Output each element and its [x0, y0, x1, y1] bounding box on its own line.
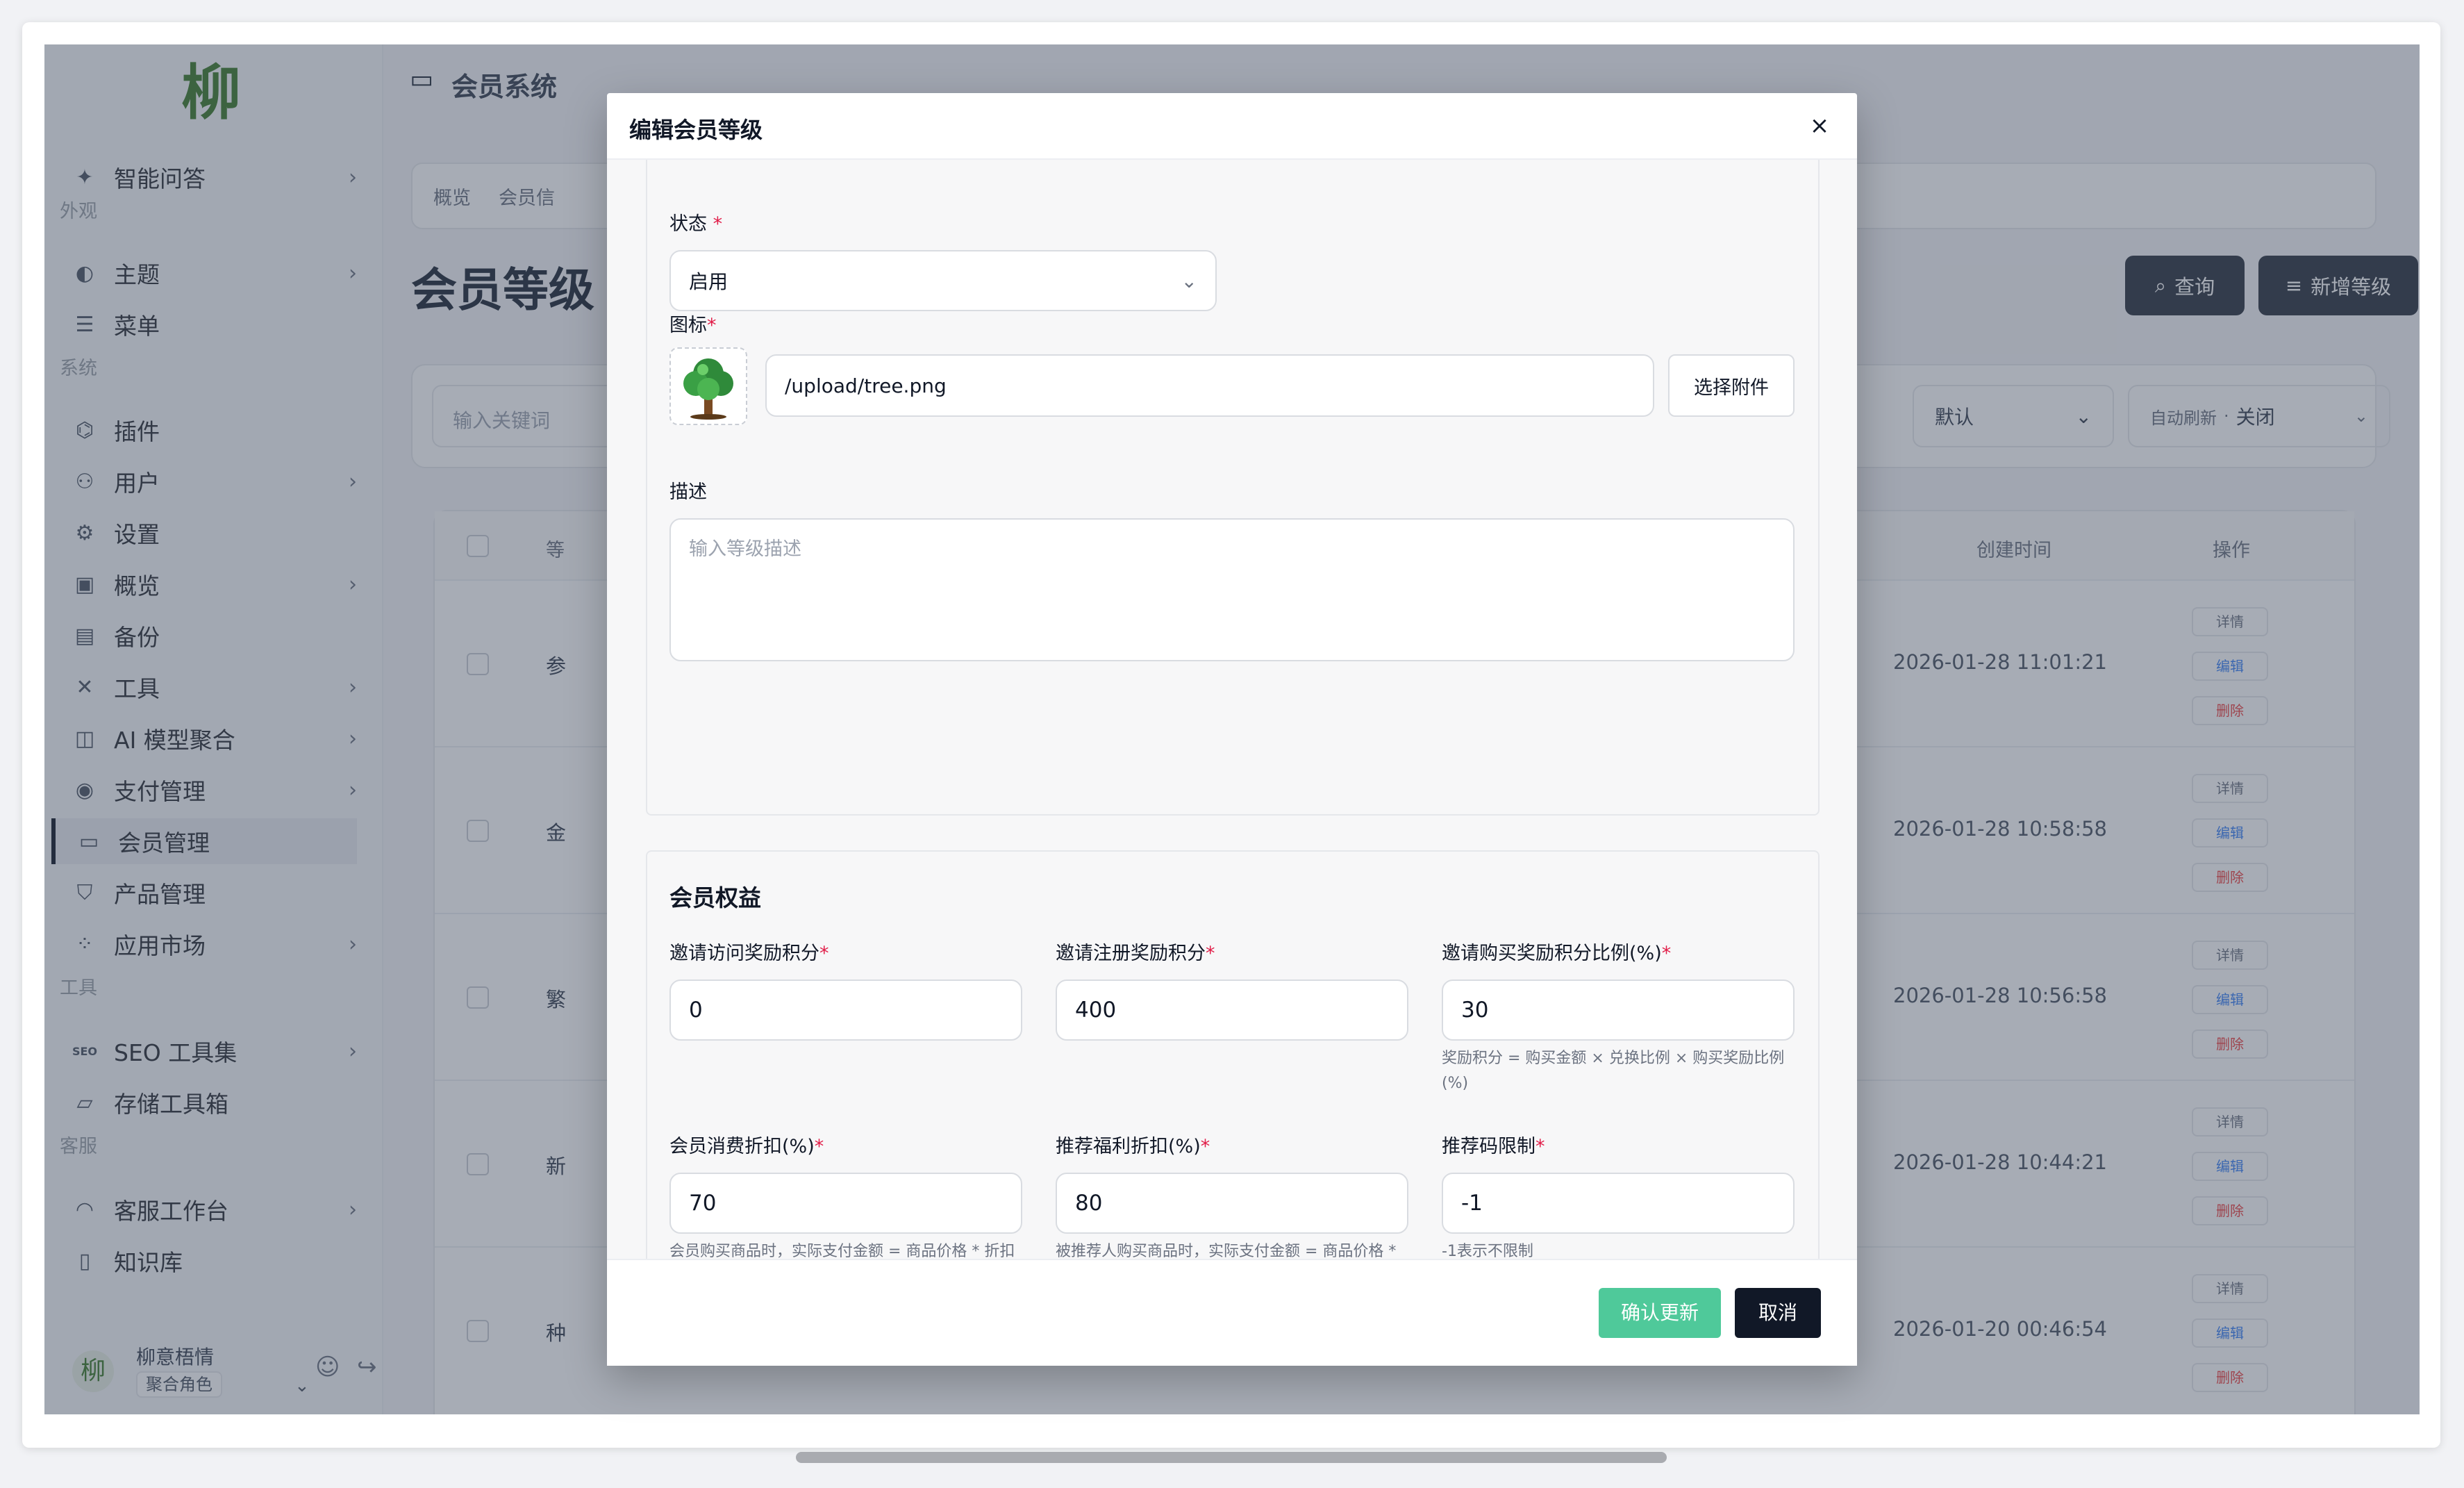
visit-reward-input[interactable]: 0 [669, 979, 1022, 1041]
field-label-text: 推荐码限制 [1442, 1136, 1535, 1157]
referral-discount-input[interactable]: 80 [1056, 1173, 1408, 1234]
cancel-button[interactable]: 取消 [1735, 1288, 1821, 1338]
field-label-text: 邀请注册奖励积分 [1056, 943, 1206, 964]
status-select-value: 启用 [689, 270, 729, 293]
required-mark: * [1200, 1136, 1210, 1157]
description-textarea[interactable]: 输入等级描述 [669, 518, 1795, 661]
edit-level-dialog: 编辑会员等级 × 状态 * 启用 ⌄ 图标* /upload/tree.png … [607, 93, 1857, 1366]
member-discount-input[interactable]: 70 [669, 1173, 1022, 1234]
icon-path-input[interactable]: /upload/tree.png [765, 354, 1654, 417]
dialog-header: 编辑会员等级 × [607, 93, 1857, 160]
choose-attachment-button[interactable]: 选择附件 [1668, 354, 1795, 417]
benefits-card: 会员权益 邀请访问奖励积分* 0 邀请注册奖励积分* 400 邀请购买奖励积分比… [646, 850, 1820, 1259]
field-label: 邀请访问奖励积分* [669, 938, 829, 965]
required-mark: * [1661, 943, 1672, 964]
status-label: 状态 * [669, 208, 722, 235]
chevron-down-icon: ⌄ [1181, 269, 1197, 292]
field-label-text: 邀请购买奖励积分比例(%) [1442, 943, 1662, 964]
register-reward-input[interactable]: 400 [1056, 979, 1408, 1041]
field-label: 会员消费折扣(%)* [669, 1131, 824, 1158]
referral-discount-hint: 被推荐人购买商品时，实际支付金额 = 商品价格 * 折扣 [1056, 1243, 1397, 1259]
purchase-reward-hint: 奖励积分 = 购买金额 × 兑换比例 × 购买奖励比例(%) [1442, 1050, 1785, 1092]
referral-code-limit-input[interactable]: -1 [1442, 1173, 1795, 1234]
field-label: 邀请注册奖励积分* [1056, 938, 1215, 965]
required-mark: * [819, 943, 829, 964]
icon-label-text: 图标 [669, 315, 707, 336]
field-label-text: 推荐福利折扣(%) [1056, 1136, 1201, 1157]
status-label-text: 状态 [669, 213, 707, 235]
field-label: 推荐码限制* [1442, 1131, 1545, 1158]
required-mark: * [707, 315, 717, 336]
required-mark: * [814, 1136, 824, 1157]
basic-info-card: 状态 * 启用 ⌄ 图标* /upload/tree.png 选择附件 描述 输… [646, 160, 1820, 816]
confirm-update-button[interactable]: 确认更新 [1599, 1288, 1721, 1338]
member-discount-hint: 会员购买商品时，实际支付金额 = 商品价格 * 折扣 [669, 1243, 1015, 1259]
dialog-body[interactable]: 状态 * 启用 ⌄ 图标* /upload/tree.png 选择附件 描述 输… [607, 160, 1857, 1259]
benefits-title: 会员权益 [669, 884, 761, 911]
horizontal-scrollbar[interactable] [796, 1452, 1667, 1463]
dialog-title: 编辑会员等级 [629, 117, 763, 143]
field-label-text: 会员消费折扣(%) [669, 1136, 815, 1157]
required-mark: * [713, 213, 723, 235]
status-select[interactable]: 启用 ⌄ [669, 250, 1217, 311]
tree-image [683, 358, 733, 420]
close-icon[interactable]: × [1803, 110, 1836, 143]
field-label: 推荐福利折扣(%)* [1056, 1131, 1210, 1158]
dialog-footer: 确认更新 取消 [607, 1259, 1857, 1366]
tree-icon[interactable] [669, 347, 747, 425]
referral-code-limit-hint: -1表示不限制 [1442, 1243, 1533, 1259]
description-label: 描述 [669, 481, 707, 503]
field-label-text: 邀请访问奖励积分 [669, 943, 819, 964]
purchase-reward-ratio-input[interactable]: 30 [1442, 979, 1795, 1041]
required-mark: * [1535, 1136, 1545, 1157]
icon-label: 图标* [669, 310, 717, 337]
field-label: 邀请购买奖励积分比例(%)* [1442, 938, 1671, 965]
required-mark: * [1206, 943, 1215, 964]
